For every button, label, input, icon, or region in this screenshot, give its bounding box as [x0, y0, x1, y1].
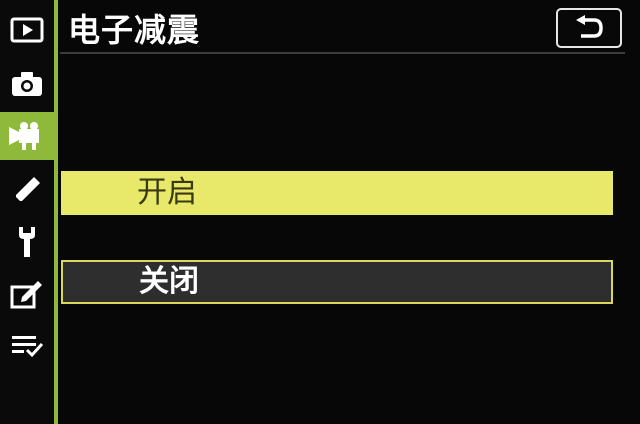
camera-icon — [12, 72, 42, 96]
tab-playback[interactable] — [0, 6, 54, 54]
back-arrow-icon — [576, 15, 603, 38]
camera-menu-screen: 电子减震 开启 关闭 — [0, 0, 640, 424]
tab-retouch[interactable] — [0, 270, 54, 318]
tab-divider — [54, 0, 58, 424]
back-button[interactable] — [556, 8, 622, 48]
retouch-icon — [10, 281, 42, 309]
playback-icon — [10, 17, 44, 43]
wrench-icon — [19, 227, 35, 257]
tab-movie-shooting[interactable] — [0, 112, 54, 160]
option-off[interactable]: 关闭 — [61, 260, 613, 304]
tab-setup[interactable] — [0, 218, 54, 266]
pencil-icon — [16, 177, 40, 201]
tab-my-menu[interactable] — [0, 322, 54, 370]
option-off-label: 关闭 — [139, 264, 199, 299]
my-menu-icon — [12, 336, 44, 358]
page-title: 电子减震 — [68, 11, 201, 49]
header-divider — [60, 52, 625, 54]
option-on[interactable]: 开启 — [61, 171, 613, 215]
movie-camera-icon — [9, 122, 39, 150]
tab-photo-shooting[interactable] — [0, 60, 54, 108]
menu-tab-column — [0, 0, 54, 424]
tab-custom-settings[interactable] — [0, 166, 54, 214]
option-on-label: 开启 — [137, 175, 197, 210]
